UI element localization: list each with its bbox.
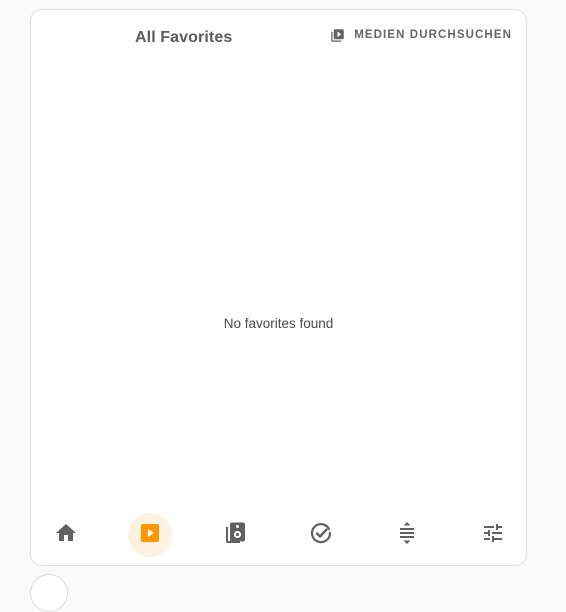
- card-title: All Favorites: [135, 29, 233, 46]
- nav-group[interactable]: [385, 513, 429, 557]
- play-box-icon: [138, 521, 162, 550]
- browse-media-button[interactable]: MEDIEN DURCHSUCHEN: [330, 26, 512, 44]
- nav-settings[interactable]: [471, 513, 515, 557]
- bottom-nav: [31, 513, 526, 557]
- nav-home[interactable]: [44, 513, 88, 557]
- nav-check[interactable]: [299, 513, 343, 557]
- check-circle-icon: [309, 521, 333, 550]
- speaker-icon: [224, 521, 248, 550]
- play-box-multiple-icon: [330, 28, 345, 43]
- empty-message: No favorites found: [223, 316, 334, 331]
- home-icon: [54, 521, 78, 550]
- next-card-edge: [30, 574, 68, 612]
- tune-icon: [481, 521, 505, 550]
- favorites-card: All Favorites MEDIEN DURCHSUCHEN No favo…: [30, 9, 527, 566]
- browse-media-label: MEDIEN DURCHSUCHEN: [354, 29, 512, 41]
- nav-speaker[interactable]: [214, 513, 258, 557]
- expand-vertical-icon: [395, 521, 419, 550]
- nav-media[interactable]: [128, 513, 172, 557]
